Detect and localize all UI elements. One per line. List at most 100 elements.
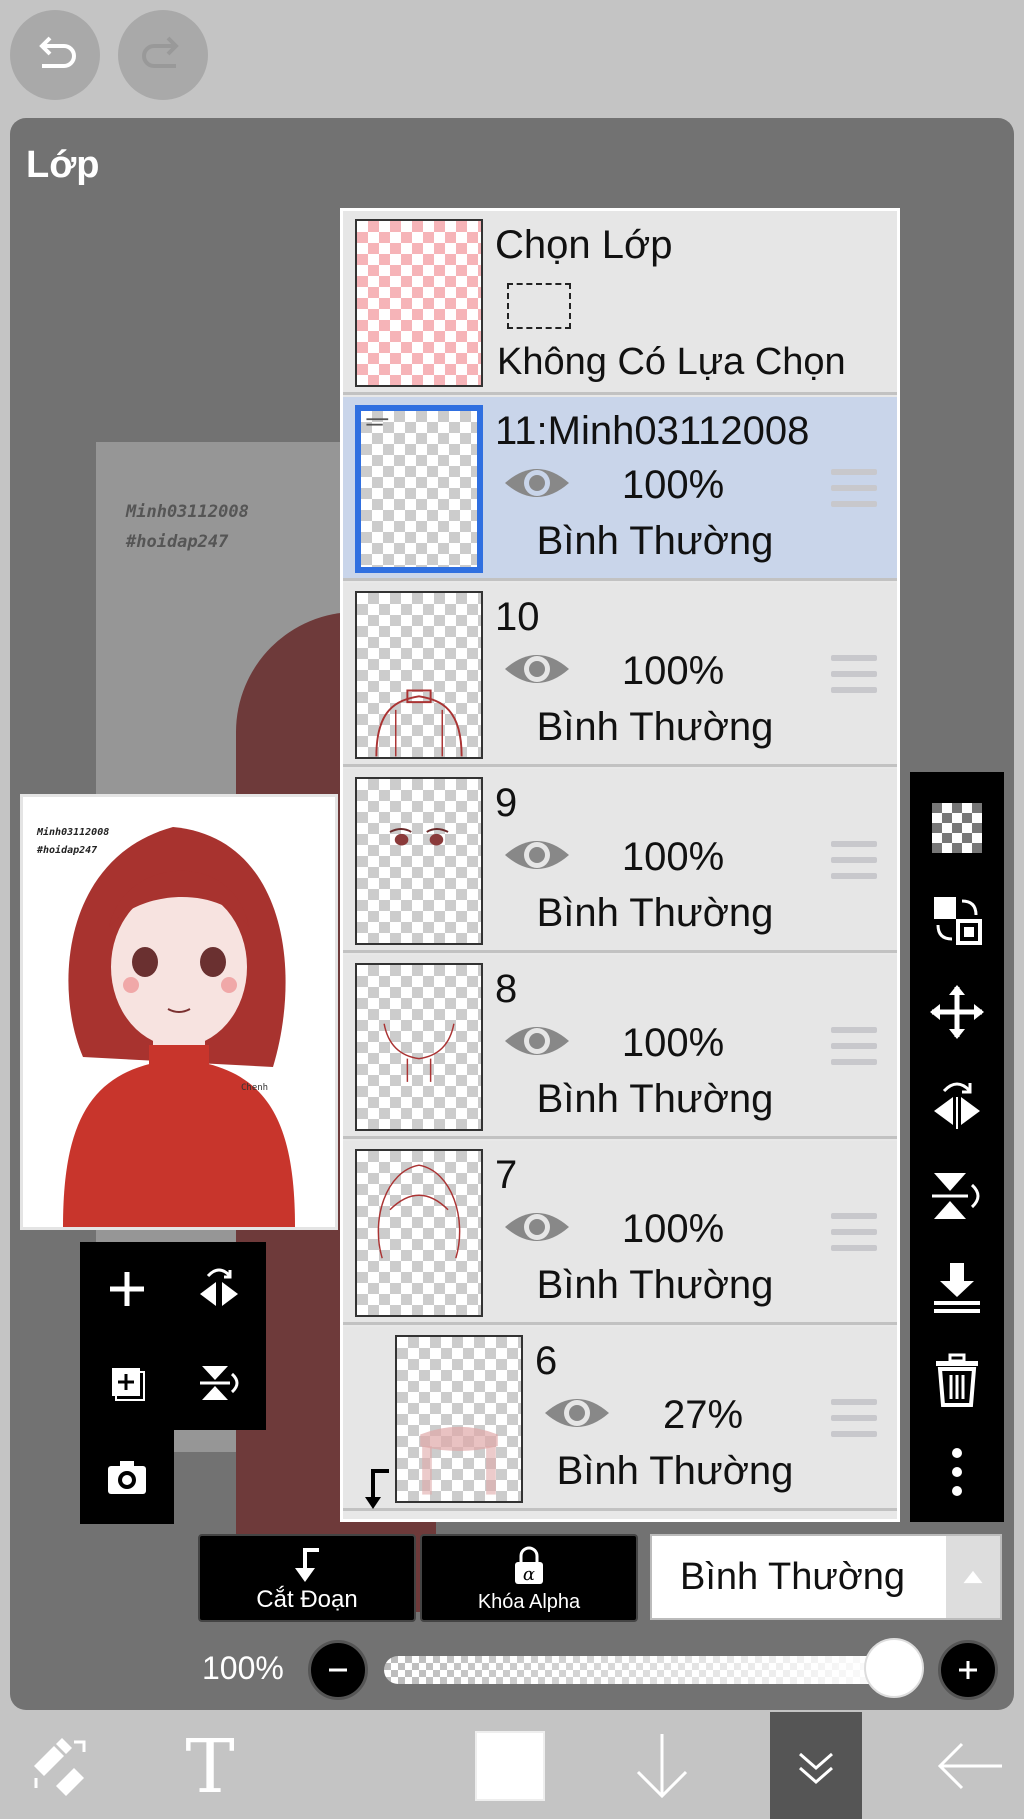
delete-layer-button[interactable] (910, 1334, 1004, 1426)
visibility-eye-icon[interactable] (503, 1019, 571, 1063)
layer-name: 10 (495, 595, 540, 639)
layer-row[interactable]: 11:Minh03112008 100% Bình Thường (343, 397, 897, 581)
layer-opacity: 100% (621, 1207, 725, 1251)
selection-thumbnail (355, 219, 483, 387)
undo-icon (39, 36, 76, 68)
layer-row[interactable]: 10 100% Bình Thường (343, 583, 897, 767)
flip-horizontal-icon (934, 1082, 980, 1129)
color-swatch-button[interactable] (460, 1712, 560, 1819)
visibility-eye-icon[interactable] (543, 1391, 611, 1435)
move-icon (930, 985, 984, 1039)
more-icon (952, 1448, 962, 1496)
selection-title: Chọn Lớp (495, 223, 673, 267)
layer-blend-mode: Bình Thường (536, 705, 774, 749)
clipping-button[interactable]: Cắt Đoạn (198, 1534, 416, 1622)
swap-layers-icon (934, 897, 982, 945)
move-button[interactable] (910, 966, 1004, 1058)
camera-button[interactable] (80, 1430, 174, 1524)
layer-thumbnail-art (366, 418, 389, 426)
merge-down-button[interactable] (910, 1242, 1004, 1334)
clipping-icon (295, 1548, 319, 1582)
collapse-button[interactable] (770, 1712, 862, 1819)
panel-title: Lớp (26, 144, 100, 186)
drag-handle-icon[interactable] (831, 1399, 877, 1439)
color-swatch (475, 1730, 545, 1801)
preview-artwork (63, 827, 295, 1227)
layer-row[interactable]: 9 100% Bình Thường (343, 769, 897, 953)
layer-name: 6 (535, 1339, 558, 1383)
layer-thumbnail-art (377, 1164, 461, 1259)
swap-layers-button[interactable] (910, 874, 1004, 966)
opacity-slider-knob[interactable] (864, 1638, 924, 1698)
canvas-preview[interactable]: Minh03112008 #hoidap247 Chenh (20, 794, 338, 1230)
tool-swap-icon (34, 1737, 86, 1796)
drag-handle-icon[interactable] (831, 1027, 877, 1067)
visibility-eye-icon[interactable] (503, 647, 571, 691)
flip-vertical-icon (200, 1366, 239, 1400)
layer-thumbnail-art (389, 828, 449, 846)
visibility-eye-icon[interactable] (503, 1205, 571, 1249)
flip-horizontal-icon (200, 1268, 238, 1306)
opacity-decrease-button[interactable] (308, 1640, 368, 1700)
layer-row[interactable]: 7 100% Bình Thường (343, 1141, 897, 1325)
back-button[interactable] (920, 1712, 1020, 1819)
redo-icon (142, 36, 179, 68)
layer-blend-mode: Bình Thường (536, 1077, 774, 1121)
drag-handle-icon[interactable] (831, 469, 877, 509)
opacity-slider[interactable] (384, 1656, 910, 1684)
preview-signature: Chenh (241, 1083, 269, 1093)
alpha-lock-button[interactable]: α Khóa Alpha (420, 1534, 638, 1622)
visibility-eye-icon[interactable] (503, 833, 571, 877)
layer-opacity: 100% (621, 463, 725, 507)
blend-mode-select[interactable]: Bình Thường (650, 1534, 1002, 1620)
redo-button[interactable] (118, 10, 208, 100)
layer-row[interactable]: 8 100% Bình Thường (343, 955, 897, 1139)
undo-button[interactable] (10, 10, 100, 100)
opacity-slider-fill (384, 1656, 910, 1684)
flip-vertical-icon (932, 1173, 980, 1219)
minus-icon (329, 1668, 347, 1672)
plus-icon (959, 1661, 977, 1679)
canvas-watermark-2: #hoidap247 (126, 532, 229, 552)
layer-thumbnail (355, 591, 483, 759)
preview-watermark-2: #hoidap247 (37, 845, 98, 856)
opacity-value-label: 100% (202, 1650, 284, 1686)
transparency-button[interactable] (910, 782, 1004, 874)
layer-thumbnail (355, 405, 483, 573)
flip-horizontal-right-button[interactable] (910, 1058, 1004, 1150)
trash-icon (936, 1353, 978, 1407)
layer-opacity: 100% (621, 1021, 725, 1065)
text-tool-icon: T (185, 1726, 234, 1806)
selection-status: Không Có Lựa Chọn (497, 341, 846, 383)
more-options-button[interactable] (910, 1426, 1004, 1518)
svg-text:T: T (185, 1726, 234, 1806)
clipping-label: Cắt Đoạn (256, 1586, 358, 1613)
drag-handle-icon[interactable] (831, 655, 877, 695)
visibility-eye-icon[interactable] (503, 461, 571, 505)
add-copy-button[interactable] (80, 1336, 174, 1430)
chevron-up-icon[interactable] (946, 1536, 1000, 1618)
alpha-lock-label: Khóa Alpha (477, 1591, 581, 1613)
preview-watermark-1: Minh03112008 (37, 827, 110, 838)
layer-list[interactable]: Chọn Lớp Không Có Lựa Chọn 11:Minh031120… (340, 208, 900, 1522)
down-arrow-button[interactable] (612, 1712, 712, 1819)
drag-handle-icon[interactable] (831, 1213, 877, 1253)
layer-blend-mode: Bình Thường (536, 891, 774, 935)
bottom-toolbar: T (0, 1712, 1024, 1819)
collapse-icon (799, 1752, 833, 1784)
selection-layer-row[interactable]: Chọn Lớp Không Có Lựa Chọn (343, 211, 897, 395)
add-layer-button[interactable] (80, 1242, 174, 1336)
camera-icon (108, 1461, 146, 1494)
flip-horizontal-left-button[interactable] (172, 1242, 266, 1336)
layer-thumbnail (355, 1149, 483, 1317)
flip-vertical-left-button[interactable] (172, 1336, 266, 1430)
add-copy-icon (112, 1368, 145, 1401)
layer-row[interactable]: 6 27% Bình Thường (343, 1327, 897, 1511)
tool-swap-button[interactable] (10, 1712, 110, 1819)
opacity-increase-button[interactable] (938, 1640, 998, 1700)
layer-blend-mode: Bình Thường (556, 1449, 794, 1493)
text-tool-button[interactable]: T (160, 1712, 260, 1819)
flip-vertical-right-button[interactable] (910, 1150, 1004, 1242)
layer-thumbnail (355, 777, 483, 945)
drag-handle-icon[interactable] (831, 841, 877, 881)
